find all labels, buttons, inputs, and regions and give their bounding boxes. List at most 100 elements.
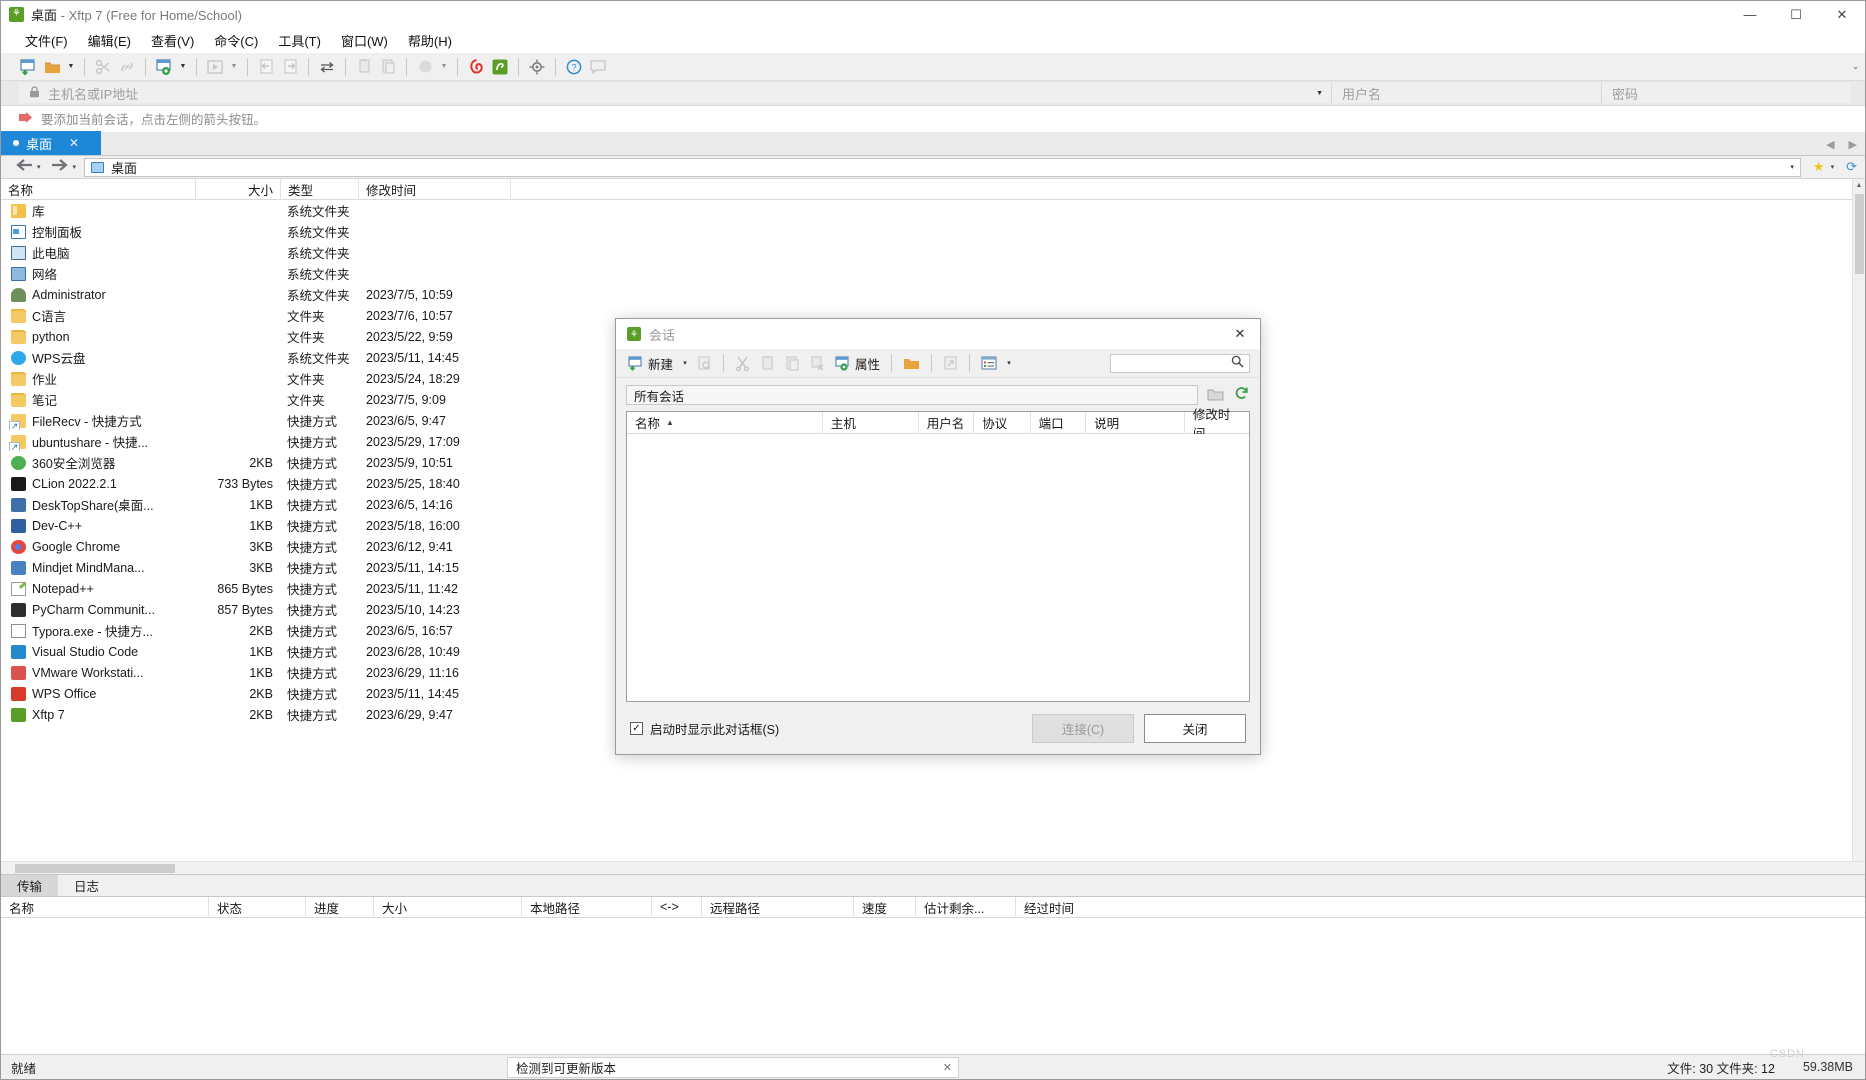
dialog-close-footer-button[interactable]: 关闭 xyxy=(1144,713,1246,743)
path-dropdown-icon[interactable]: ▾ xyxy=(1790,163,1794,171)
transfer-col-status[interactable]: 状态 xyxy=(209,896,306,918)
sessions-col-mtime[interactable]: 修改时间 xyxy=(1185,408,1249,441)
transfer-col-size[interactable]: 大小 xyxy=(374,896,522,918)
app-icon: ⚘ xyxy=(9,6,24,22)
xftp-icon[interactable] xyxy=(489,56,511,78)
show-dialog-on-startup-checkbox[interactable]: ✓ 启动时显示此对话框(S) xyxy=(630,719,779,738)
transfer-col-progress[interactable]: 进度 xyxy=(306,896,374,918)
update-notification[interactable]: 检测到可更新版本 ✕ xyxy=(507,1057,959,1078)
xshell-icon[interactable] xyxy=(465,56,487,78)
toolbar-overflow-icon[interactable]: ⌄ xyxy=(1852,62,1859,71)
tab-nav-next-icon[interactable]: ▶ xyxy=(1849,138,1857,151)
dialog-new-caret-icon[interactable]: ▾ xyxy=(679,352,691,374)
file-list-horizontal-scrollbar[interactable] xyxy=(1,861,1865,874)
column-header-name[interactable]: 名称 xyxy=(1,179,196,200)
scrollbar-thumb[interactable] xyxy=(1854,194,1864,274)
xftp-window: ⚘ 桌面 - Xftp 7 (Free for Home/School) — ☐… xyxy=(0,0,1866,1080)
menu-tools[interactable]: 工具(T) xyxy=(268,28,331,53)
file-size-cell: 2KB xyxy=(249,623,273,638)
host-dropdown-icon[interactable]: ▼ xyxy=(1316,90,1323,97)
bookmark-star-icon[interactable]: ★ xyxy=(1813,159,1825,175)
table-row[interactable]: 网络 系统文件夹 xyxy=(1,263,1865,284)
properties-icon[interactable] xyxy=(153,56,175,78)
path-input[interactable]: 桌面 ▾ xyxy=(84,157,1801,177)
refresh-icon[interactable]: ⟳ xyxy=(1846,159,1857,175)
dialog-properties-button[interactable]: 属性 xyxy=(831,352,884,374)
file-name-text: 360安全浏览器 xyxy=(32,457,116,471)
table-row[interactable]: Administrator 系统文件夹 2023/7/5, 10:59 xyxy=(1,284,1865,305)
tab-log[interactable]: 日志 xyxy=(58,875,115,896)
search-icon[interactable] xyxy=(1231,355,1244,371)
close-button[interactable]: ✕ xyxy=(1819,1,1865,28)
minimize-button[interactable]: — xyxy=(1727,1,1773,28)
new-session-icon[interactable] xyxy=(17,56,39,78)
sessions-col-description[interactable]: 说明 xyxy=(1086,411,1185,434)
sessions-row-list xyxy=(627,434,1249,701)
dialog-refresh-icon[interactable] xyxy=(1232,386,1250,404)
password-input[interactable]: 密码 xyxy=(1601,83,1851,103)
open-folder-caret-icon[interactable]: ▼ xyxy=(65,56,77,78)
menu-file[interactable]: 文件(F) xyxy=(15,28,78,53)
transfer-col-elapsed[interactable]: 经过时间 xyxy=(1016,897,1865,918)
transfer-col-name[interactable]: 名称 xyxy=(1,896,209,918)
dialog-close-button[interactable]: ✕ xyxy=(1220,319,1260,349)
back-icon[interactable] xyxy=(13,158,35,176)
transfer-col-direction[interactable]: <-> xyxy=(652,896,702,918)
checkbox-box[interactable]: ✓ xyxy=(630,721,643,735)
forward-icon[interactable] xyxy=(49,158,71,176)
tab-desktop[interactable]: 桌面 ✕ xyxy=(1,131,101,155)
help-icon[interactable]: ? xyxy=(563,56,585,78)
path-tools: ★ ▾ ⟳ xyxy=(1805,159,1865,175)
column-header-mtime[interactable]: 修改时间 xyxy=(359,179,511,200)
open-folder-icon[interactable] xyxy=(41,56,63,78)
copy-icon xyxy=(353,56,375,78)
connect-button[interactable]: 连接(C) xyxy=(1032,713,1134,743)
sync-icon[interactable] xyxy=(316,56,338,78)
transfer-col-localpath[interactable]: 本地路径 xyxy=(522,896,652,918)
column-header-size[interactable]: 大小 xyxy=(196,179,281,200)
update-close-icon[interactable]: ✕ xyxy=(943,1061,952,1074)
dialog-view-icon[interactable] xyxy=(977,352,1001,374)
sessions-col-user[interactable]: 用户名 xyxy=(919,411,975,434)
scroll-up-icon[interactable]: ▲ xyxy=(1853,179,1865,192)
transfer-col-speed[interactable]: 速度 xyxy=(854,896,916,918)
menu-view[interactable]: 查看(V) xyxy=(141,28,204,53)
scrollbar-thumb-h[interactable] xyxy=(15,864,175,873)
dialog-new-button[interactable]: 新建 xyxy=(624,352,677,374)
dialog-search-input[interactable] xyxy=(1110,353,1250,373)
properties-caret-icon[interactable]: ▼ xyxy=(177,56,189,78)
status-counts: 文件: 30 文件夹: 12 xyxy=(1667,1061,1775,1076)
tab-close-icon[interactable]: ✕ xyxy=(69,136,79,150)
control-panel-icon xyxy=(11,224,26,239)
file-list-vertical-scrollbar[interactable]: ▲ xyxy=(1852,179,1865,874)
dialog-cut-icon xyxy=(731,352,754,374)
host-input[interactable]: 主机名或IP地址 ▼ xyxy=(19,83,1331,103)
username-input[interactable]: 用户名 xyxy=(1331,83,1601,103)
dialog-view-caret-icon[interactable]: ▾ xyxy=(1003,352,1015,374)
dialog-open-folder-icon[interactable] xyxy=(899,352,924,374)
disconnect-icon xyxy=(92,56,114,78)
tab-nav-prev-icon[interactable]: ◀ xyxy=(1826,138,1834,151)
table-row[interactable]: 库 系统文件夹 xyxy=(1,200,1865,221)
table-row[interactable]: 控制面板 系统文件夹 xyxy=(1,221,1865,242)
menu-command[interactable]: 命令(C) xyxy=(204,28,268,53)
column-header-type[interactable]: 类型 xyxy=(281,179,359,200)
table-row[interactable]: 此电脑 系统文件夹 xyxy=(1,242,1865,263)
sessions-col-protocol[interactable]: 协议 xyxy=(974,411,1031,434)
transfer-col-remotepath[interactable]: 远程路径 xyxy=(702,896,854,918)
sessions-col-port[interactable]: 端口 xyxy=(1031,411,1087,434)
folder-up-icon[interactable] xyxy=(1206,387,1224,404)
menu-edit[interactable]: 编辑(E) xyxy=(78,28,141,53)
tab-transfer[interactable]: 传输 xyxy=(1,875,59,896)
menu-window[interactable]: 窗口(W) xyxy=(331,28,398,53)
forward-caret-icon[interactable]: ▾ xyxy=(73,163,83,171)
sessions-col-host[interactable]: 主机 xyxy=(823,411,919,434)
bookmark-caret-icon[interactable]: ▾ xyxy=(1831,163,1841,171)
maximize-button[interactable]: ☐ xyxy=(1773,1,1819,28)
menu-help[interactable]: 帮助(H) xyxy=(398,28,462,53)
session-folder-select[interactable]: 所有会话 xyxy=(626,385,1198,405)
transfer-col-eta[interactable]: 估计剩余... xyxy=(916,896,1016,918)
sessions-col-name[interactable]: 名称 ▲ xyxy=(627,411,823,434)
settings-icon[interactable] xyxy=(526,56,548,78)
back-caret-icon[interactable]: ▾ xyxy=(37,163,47,171)
